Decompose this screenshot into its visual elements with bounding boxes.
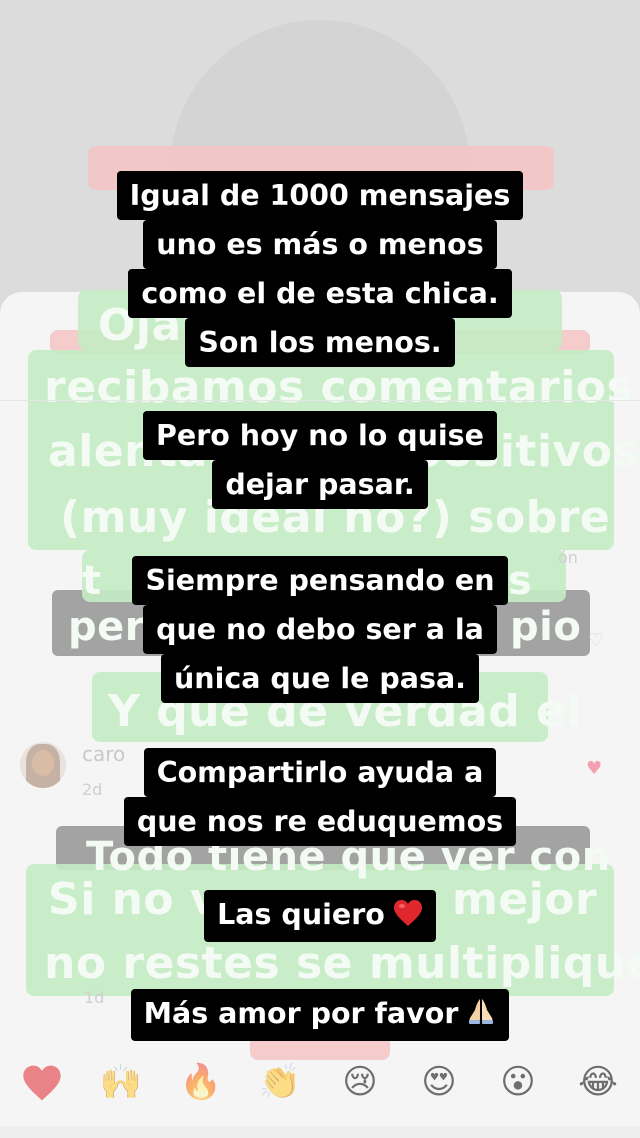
heart-reaction-icon[interactable] bbox=[18, 1058, 66, 1106]
story-text-line: Igual de 1000 mensajes bbox=[116, 171, 524, 220]
quick-reactions-bar: 🙌 🔥 👏 😢 😍 😮 😂 bbox=[0, 1040, 640, 1126]
story-text-block-2: Pero hoy no lo quise dejar pasar. bbox=[0, 411, 640, 509]
story-text-line: Más amor por favor bbox=[130, 989, 510, 1041]
story-text-line: Pero hoy no lo quise bbox=[143, 411, 497, 460]
story-text-line: que no debo ser a la bbox=[143, 605, 497, 654]
clapping-hands-reaction-icon[interactable]: 👏 bbox=[256, 1058, 304, 1106]
surprised-face-reaction-icon[interactable]: 😮 bbox=[494, 1058, 542, 1106]
raising-hands-reaction-icon[interactable]: 🙌 bbox=[97, 1058, 145, 1106]
story-text-line: uno es más o menos bbox=[143, 220, 497, 269]
story-text-line: única que le pasa. bbox=[160, 654, 479, 703]
story-text: Más amor por favor bbox=[143, 997, 459, 1030]
comment-input-strip[interactable] bbox=[0, 1126, 640, 1138]
story-text-line: dejar pasar. bbox=[212, 460, 428, 509]
sticker-text-2: recibamos comentarios bbox=[44, 362, 634, 413]
story-text-block-6: Más amor por favor bbox=[0, 989, 640, 1041]
crying-face-reaction-icon[interactable]: 😢 bbox=[336, 1058, 384, 1106]
red-heart-icon bbox=[393, 893, 423, 942]
story-text-line: Las quiero bbox=[204, 890, 436, 942]
story-text-block-3: Siempre pensando en que no debo ser a la… bbox=[0, 556, 640, 703]
story-text-line: como el de esta chica. bbox=[128, 269, 512, 318]
story-text-block-4: Compartirlo ayuda a que nos re eduquemos bbox=[0, 748, 640, 846]
story-text-line: que nos re eduquemos bbox=[123, 797, 517, 846]
story-text-line: Son los menos. bbox=[185, 318, 455, 367]
tears-of-joy-reaction-icon[interactable]: 😂 bbox=[574, 1058, 622, 1106]
fire-reaction-icon[interactable]: 🔥 bbox=[177, 1058, 225, 1106]
story-text: Las quiero bbox=[217, 898, 385, 931]
story-text-block-5: Las quiero bbox=[0, 890, 640, 942]
folded-hands-icon bbox=[466, 992, 496, 1041]
story-text-block-1: Igual de 1000 mensajes uno es más o meno… bbox=[0, 171, 640, 367]
sticker-text-13: no restes se multiplique bbox=[44, 938, 640, 989]
story-text-line: Compartirlo ayuda a bbox=[143, 748, 497, 797]
divider bbox=[0, 400, 640, 401]
heart-eyes-reaction-icon[interactable]: 😍 bbox=[415, 1058, 463, 1106]
story-text-line: Siempre pensando en bbox=[132, 556, 508, 605]
